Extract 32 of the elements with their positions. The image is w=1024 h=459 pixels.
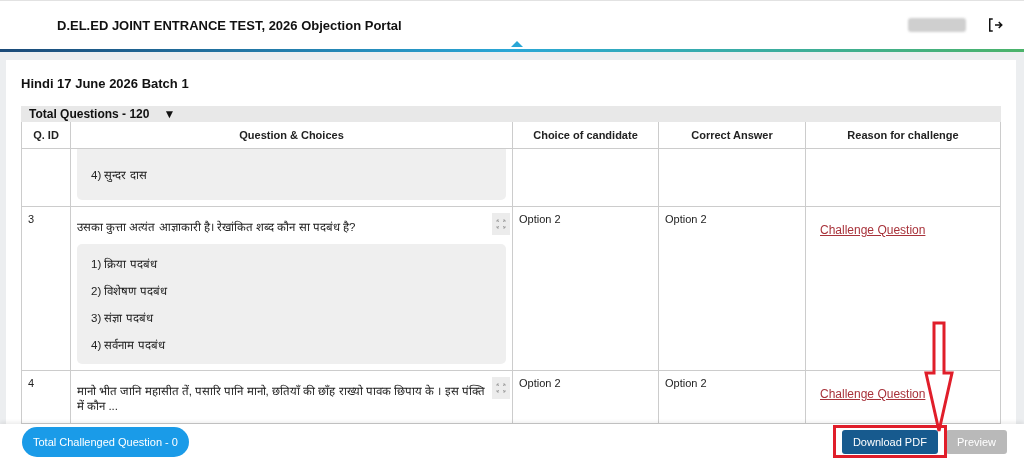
download-button[interactable]: Download PDF <box>841 429 938 454</box>
challenged-count: Total Challenged Question - 0 <box>22 426 189 457</box>
answer-choice: 4) सुन्दर दास <box>91 168 148 184</box>
candidate-choice: Option 2 <box>519 377 561 389</box>
question-text: मानो भीत जानि महासीत तें, पसारि पानि मानो, छतियाँ की छाँह राख्यो पावक छिपाय के । इस पंक्ति में कौन ... <box>77 383 486 413</box>
batch-title: Hindi 17 June 2026 Batch 1 <box>21 76 190 91</box>
challenge-link[interactable]: Challenge Question <box>820 223 926 237</box>
candidate-choice: Option 2 <box>519 213 561 225</box>
column-header: Question & Choices <box>70 122 512 148</box>
column-header: Correct Answer <box>658 122 805 148</box>
correct-answer: Option 2 <box>665 377 707 389</box>
questions-bar[interactable]: Total Questions - 120 ▼ <box>21 106 1001 122</box>
column-header: Q. ID <box>32 128 60 143</box>
column-header: Reason for challenge <box>805 122 1000 148</box>
expand-icon[interactable] <box>492 213 510 235</box>
pointer-icon <box>511 41 523 47</box>
challenge-link[interactable]: Challenge Question <box>820 387 926 401</box>
expand-icon[interactable] <box>492 377 510 399</box>
blurred-username <box>908 18 966 32</box>
column-header: Choice of candidate <box>512 122 658 148</box>
answer-choice: 4) सर्वनाम पदबंध <box>91 337 167 353</box>
answer-choice: 3) संज्ञा पदबंध <box>91 311 155 326</box>
total-questions: Total Questions - 120 <box>29 107 150 121</box>
portal-title: D.EL.ED JOINT ENTRANCE TEST, 2026 Objection Portal <box>57 17 403 33</box>
correct-answer: Option 2 <box>665 213 707 225</box>
question-id: 4 <box>28 377 35 389</box>
answer-choice: 2) विशेषण पदबंध <box>91 283 169 299</box>
answer-choice: 1) क्रिया पदबंध <box>91 256 159 272</box>
logout-icon[interactable] <box>986 16 1004 34</box>
question-text: उसका कुत्ता अत्यंत आज्ञाकारी है। रेखांकित शब्द कौन सा पदबंध है? <box>77 219 357 234</box>
dropdown-caret[interactable]: ▼ <box>163 107 176 121</box>
question-id: 3 <box>28 213 35 225</box>
